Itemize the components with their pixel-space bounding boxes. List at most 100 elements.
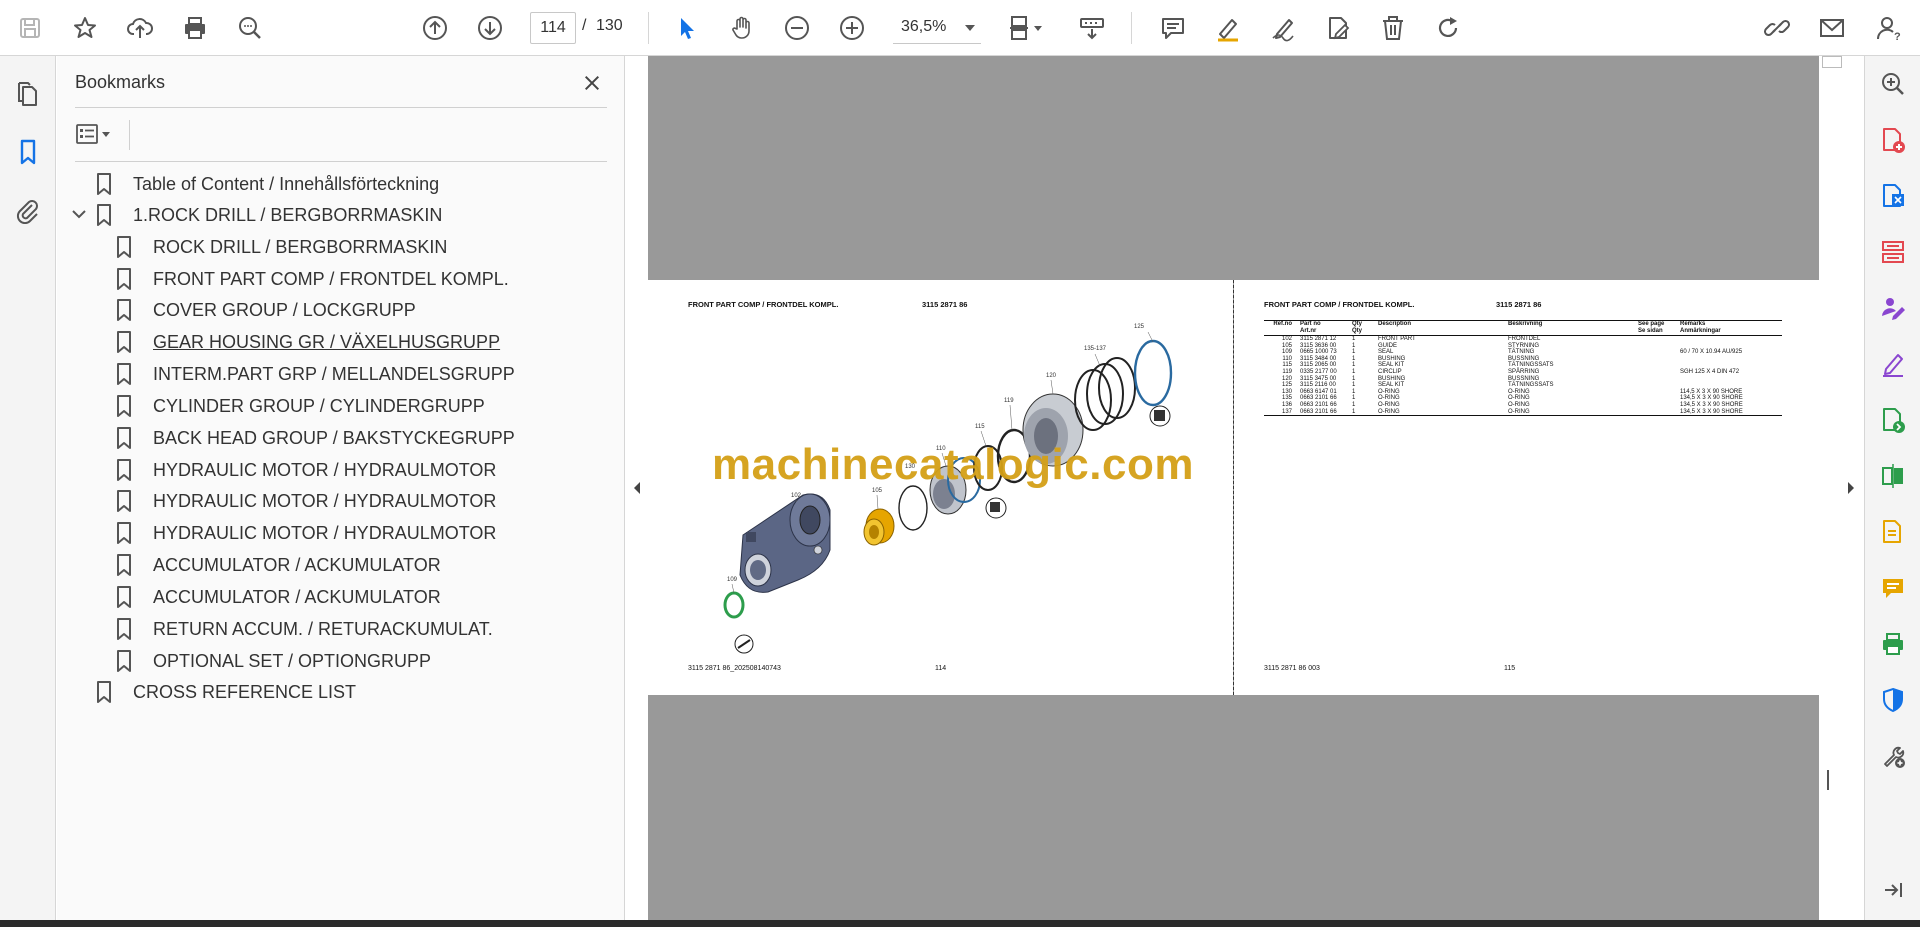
page-fit-icon[interactable] <box>1000 8 1052 48</box>
panel-title: Bookmarks <box>75 72 166 92</box>
select-cursor-icon[interactable] <box>667 8 707 48</box>
watermark-text: machinecatalogic.com <box>712 440 1194 489</box>
zoom-out-icon[interactable] <box>777 8 817 48</box>
print-icon[interactable] <box>175 8 215 48</box>
zoom-in-icon[interactable] <box>832 8 872 48</box>
share-link-icon[interactable] <box>1757 8 1797 48</box>
page-thumbnails-icon[interactable] <box>10 76 46 112</box>
scroll-mode-icon[interactable] <box>1072 8 1112 48</box>
table-cell: FRONTDEL <box>1508 336 1541 342</box>
table-cell <box>1678 376 1782 383</box>
collapse-panel-left-icon[interactable] <box>632 480 642 496</box>
bookmark-item[interactable]: GEAR HOUSING GR / VÄXELHUSGRUPP <box>115 326 500 358</box>
table-cell: 1 <box>1352 375 1356 382</box>
protect-shield-icon[interactable] <box>1877 684 1909 716</box>
bookmark-item[interactable]: OPTIONAL SET / OPTIONGRUPP <box>115 645 431 677</box>
scroll-position-indicator[interactable] <box>1827 770 1829 790</box>
table-cell: 3115 2871 12 <box>1300 336 1337 342</box>
bookmark-panel-icon[interactable] <box>10 134 46 170</box>
collapse-panel-right-icon[interactable] <box>1846 480 1856 496</box>
table-cell: 1 <box>1352 401 1356 408</box>
table-cell: 120 <box>1281 375 1292 382</box>
table-cell: O-RING <box>1508 395 1530 402</box>
table-cell <box>1678 336 1782 343</box>
table-cell: SGH 125 X 4 DIN 472 <box>1680 368 1740 375</box>
table-cell: 115 <box>1282 362 1292 369</box>
zoom-search-icon[interactable] <box>230 8 270 48</box>
table-cell <box>1636 349 1678 356</box>
table-cell: 134,5 X 3 X 90 SHORE <box>1680 401 1743 408</box>
edit-document-icon[interactable] <box>1877 516 1909 548</box>
request-signatures-icon[interactable] <box>1877 292 1909 324</box>
main-toolbar: 114 / 130 36,5% ? <box>0 0 1920 56</box>
send-for-review-icon[interactable] <box>1877 404 1909 436</box>
email-icon[interactable] <box>1812 8 1852 48</box>
export-pdf-icon[interactable] <box>1877 180 1909 212</box>
bookmark-item[interactable]: HYDRAULIC MOTOR / HYDRAULMOTOR <box>115 485 496 517</box>
compare-files-icon[interactable] <box>1877 460 1909 492</box>
create-pdf-icon[interactable] <box>1877 124 1909 156</box>
bookmark-icon <box>97 681 111 703</box>
edit-pdf-icon[interactable] <box>1318 8 1358 48</box>
redo-rotate-icon[interactable] <box>1428 8 1468 48</box>
hand-tool-icon[interactable] <box>722 8 762 48</box>
print-production-icon[interactable] <box>1877 628 1909 660</box>
organize-pages-icon[interactable] <box>1877 236 1909 268</box>
table-cell: SEAL KIT <box>1378 382 1405 389</box>
bookmark-item[interactable]: RETURN ACCUM. / RETURACKUMULAT. <box>115 613 493 645</box>
user-account-icon[interactable]: ? <box>1869 8 1909 48</box>
trash-icon[interactable] <box>1373 8 1413 48</box>
bookmark-item[interactable]: HYDRAULIC MOTOR / HYDRAULMOTOR <box>115 454 496 486</box>
bookmark-item[interactable]: FRONT PART COMP / FRONTDEL KOMPL. <box>115 263 509 295</box>
bookmark-item[interactable]: ROCK DRILL / BERGBORRMASKIN <box>115 231 447 263</box>
table-cell: O-RING <box>1378 395 1400 402</box>
table-cell: 1 <box>1352 368 1356 375</box>
bookmark-item[interactable]: ACCUMULATOR / ACKUMULATOR <box>115 581 441 613</box>
highlight-pen-icon[interactable] <box>1208 8 1248 48</box>
table-cell: 1 <box>1352 408 1356 415</box>
bookmark-item[interactable]: BACK HEAD GROUP / BAKSTYCKEGRUPP <box>115 422 515 454</box>
table-cell: SEAL KIT <box>1378 362 1405 369</box>
next-page-icon[interactable] <box>470 8 510 48</box>
chevron-down-icon[interactable] <box>69 204 89 224</box>
bookmark-item[interactable]: 1.ROCK DRILL / BERGBORRMASKIN <box>95 199 442 231</box>
more-tools-icon[interactable] <box>1877 740 1909 772</box>
attachment-paperclip-icon[interactable] <box>10 192 46 228</box>
fill-sign-icon[interactable] <box>1877 348 1909 380</box>
bookmark-options-button[interactable] <box>75 118 123 150</box>
scrollbar-thumb[interactable] <box>1822 56 1842 68</box>
star-icon[interactable] <box>65 8 105 48</box>
bookmark-item[interactable]: COVER GROUP / LOCKGRUPP <box>115 294 416 326</box>
callout-label: 102 <box>791 493 802 499</box>
bookmark-icon <box>117 490 131 512</box>
chevron-down-icon <box>965 25 975 31</box>
close-icon[interactable] <box>577 68 607 98</box>
toolbar-divider <box>129 120 130 150</box>
expand-panel-icon[interactable] <box>1877 874 1909 906</box>
bookmark-item[interactable]: ACCUMULATOR / ACKUMULATOR <box>115 549 441 581</box>
page-number-input[interactable]: 114 <box>530 12 576 44</box>
table-cell: 137 <box>1281 408 1292 415</box>
bookmark-item[interactable]: Table of Content / Innehållsförteckning <box>95 168 439 200</box>
comment-tool-icon[interactable] <box>1877 572 1909 604</box>
save-icon[interactable] <box>10 8 50 48</box>
draw-pen-icon[interactable] <box>1263 8 1303 48</box>
table-cell: CIRCLIP <box>1378 368 1402 375</box>
bookmark-item[interactable]: CYLINDER GROUP / CYLINDERGRUPP <box>115 390 485 422</box>
table-cell: 0335 2177 00 <box>1300 368 1337 375</box>
bookmark-item[interactable]: HYDRAULIC MOTOR / HYDRAULMOTOR <box>115 517 496 549</box>
bookmark-item[interactable]: CROSS REFERENCE LIST <box>95 676 356 708</box>
zoom-search-icon[interactable] <box>1877 68 1909 100</box>
comment-icon[interactable] <box>1153 8 1193 48</box>
toolbar-divider <box>648 12 649 44</box>
page-heading: FRONT PART COMP / FRONTDEL KOMPL. <box>1264 300 1415 309</box>
previous-page-icon[interactable] <box>415 8 455 48</box>
table-cell: GUIDE <box>1378 342 1398 349</box>
zoom-level-select[interactable]: 36,5% <box>893 12 981 44</box>
upload-cloud-icon[interactable] <box>120 8 160 48</box>
bookmark-icon <box>117 299 131 321</box>
table-cell <box>1678 382 1782 389</box>
bookmark-item[interactable]: INTERM.PART GRP / MELLANDELSGRUPP <box>115 358 515 390</box>
table-cell <box>1678 356 1782 363</box>
table-cell: 0663 2101 66 <box>1300 408 1337 415</box>
